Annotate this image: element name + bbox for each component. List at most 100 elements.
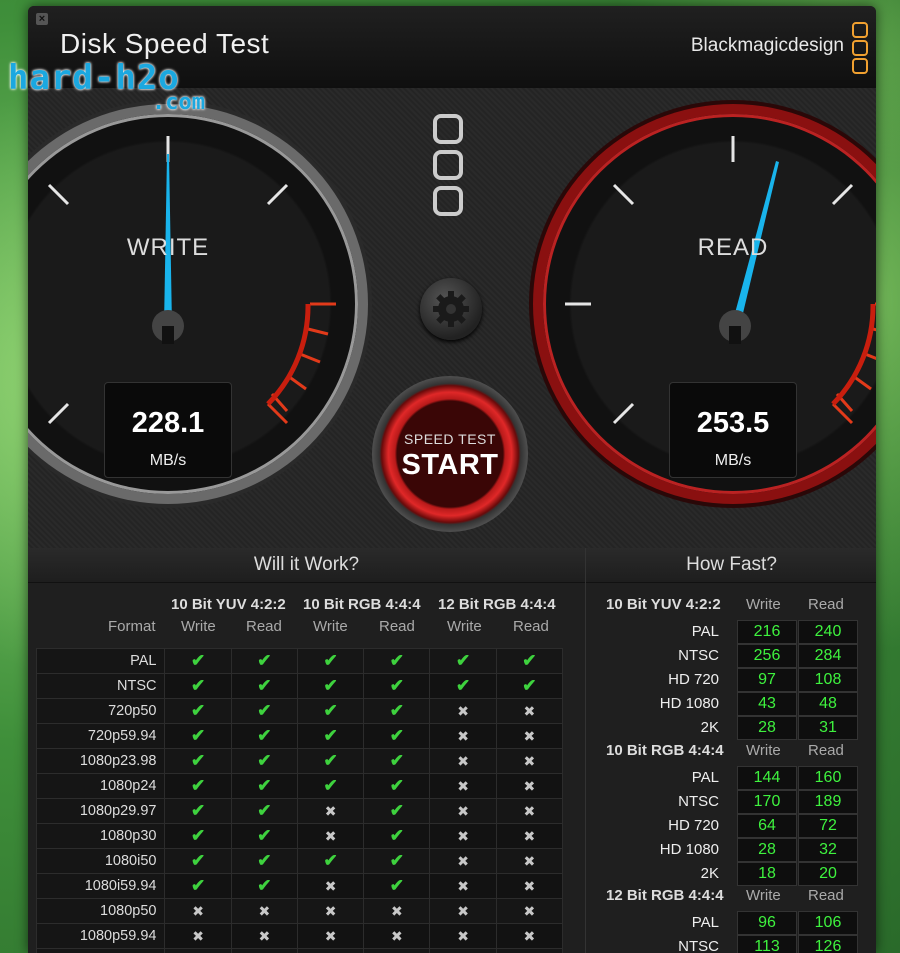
write-gauge-label: WRITE (126, 234, 210, 261)
write-fps-value: 96 (737, 911, 797, 935)
table-row: NTSC ✔ ✔ ✔ ✔ ✔ ✔ (35, 673, 564, 699)
compat-cell: ✖ (495, 723, 564, 749)
compat-cell: ✖ (429, 773, 497, 799)
compat-cell: ✖ (429, 748, 497, 774)
compat-cell: ✖ (164, 898, 232, 924)
check-icon: ✔ (190, 701, 206, 720)
cross-icon: ✖ (192, 928, 204, 944)
read-gauge-label: READ (697, 234, 769, 261)
speed-row-label: 2K (700, 719, 719, 736)
compat-cell: ✔ (495, 673, 564, 699)
app-window: × Disk Speed Test Blackmagicdesign WRITE… (28, 6, 876, 953)
compat-cell: ✔ (230, 723, 298, 749)
close-button[interactable]: × (36, 13, 48, 25)
settings-button[interactable] (420, 278, 482, 340)
cross-icon: ✖ (523, 728, 536, 744)
how-fast-panel: How Fast? 10 Bit YUV 4:2:2 Write Read PAL 21… (585, 548, 876, 953)
check-icon: ✔ (455, 651, 471, 670)
speed-group-title: 10 Bit YUV 4:2:2 (606, 596, 721, 613)
compat-cell: ✖ (296, 898, 365, 924)
compat-cell: ✔ (164, 673, 232, 699)
read-fps-value: 284 (798, 644, 858, 668)
compat-cell: ✔ (164, 948, 232, 953)
check-icon: ✔ (323, 701, 338, 720)
table-row: 1080i50 ✔ ✔ ✔ ✔ ✖ ✖ (35, 848, 564, 874)
format-label: 1080i50 (35, 848, 166, 874)
compat-cell: ✔ (363, 798, 431, 824)
check-icon: ✔ (389, 851, 404, 870)
speed-group-title: 10 Bit RGB 4:4:4 (606, 742, 724, 759)
write-fps-value: 18 (737, 862, 797, 886)
compat-cell: ✔ (296, 673, 365, 699)
read-fps-value: 32 (798, 838, 858, 862)
read-column-header: Read (808, 887, 844, 904)
format-label: 2K 1556@23.98 (35, 948, 166, 953)
table-row: 1080p29.97 ✔ ✔ ✖ ✔ ✖ ✖ (35, 798, 564, 824)
compat-cell: ✖ (363, 923, 431, 949)
read-column-header: Read (808, 742, 844, 759)
cross-icon: ✖ (523, 853, 536, 869)
speed-row-label: NTSC (678, 793, 719, 810)
compat-cell: ✔ (230, 823, 298, 849)
compat-cell: ✔ (164, 698, 232, 724)
check-icon: ✔ (389, 801, 404, 820)
compat-cell: ✔ (230, 798, 298, 824)
compat-cell: ✔ (164, 798, 232, 824)
compat-cell: ✔ (230, 873, 298, 899)
cross-icon: ✖ (457, 728, 469, 744)
check-icon: ✔ (257, 701, 272, 720)
compat-cell: ✖ (495, 848, 564, 874)
speed-row: HD 720 97 108 (586, 668, 876, 692)
compat-cell: ✖ (296, 923, 365, 949)
compat-cell: ✖ (495, 773, 564, 799)
write-fps-value: 256 (737, 644, 797, 668)
check-icon: ✔ (190, 776, 206, 795)
write-speed-unit: MB/s (149, 452, 187, 469)
cross-icon: ✖ (457, 853, 469, 869)
format-label: 720p50 (35, 698, 166, 724)
group-header: 10 Bit YUV 4:2:2 (171, 596, 286, 613)
check-icon: ✔ (190, 676, 206, 695)
compat-cell: ✖ (495, 698, 564, 724)
cross-icon: ✖ (523, 903, 536, 919)
cross-icon: ✖ (258, 903, 271, 919)
read-column-header: Read (379, 618, 415, 635)
format-label: 1080i59.94 (35, 873, 166, 899)
speed-test-start-button[interactable]: SPEED TEST START (372, 376, 528, 532)
check-icon: ✔ (389, 776, 404, 795)
cross-icon: ✖ (457, 928, 469, 944)
compat-cell: ✖ (296, 948, 365, 953)
compat-cell: ✔ (296, 648, 365, 674)
start-button-label: START (401, 449, 499, 481)
speed-group-title: 12 Bit RGB 4:4:4 (606, 887, 724, 904)
check-icon: ✔ (190, 726, 206, 745)
cross-icon: ✖ (324, 903, 337, 919)
check-icon: ✔ (257, 676, 272, 695)
check-icon: ✔ (323, 676, 338, 695)
table-row: 720p50 ✔ ✔ ✔ ✔ ✖ ✖ (35, 698, 564, 724)
compat-cell: ✔ (164, 773, 232, 799)
cross-icon: ✖ (324, 928, 337, 944)
compat-cell: ✔ (363, 848, 431, 874)
compat-cell: ✔ (429, 673, 497, 699)
cross-icon: ✖ (523, 778, 536, 794)
compat-cell: ✔ (230, 748, 298, 774)
check-icon: ✔ (257, 751, 272, 770)
write-column-header: Write (313, 618, 348, 635)
write-gauge: WRITE 228.1 MB/s (28, 114, 358, 494)
read-fps-value: 240 (798, 620, 858, 644)
speed-row-label: PAL (691, 623, 719, 640)
app-title: Disk Speed Test (60, 28, 270, 59)
compatibility-table: PAL ✔ ✔ ✔ ✔ ✔ ✔ NTSC ✔ ✔ ✔ ✔ ✔ ✔ 720p50 ✔ ✔ ✔ ✔ ✖ ✖ 720p59.94… (35, 648, 564, 953)
compat-cell: ✔ (296, 698, 365, 724)
drive-selector-icon[interactable] (433, 114, 463, 222)
check-icon: ✔ (455, 676, 471, 695)
table-row: 1080i59.94 ✔ ✔ ✖ ✔ ✖ ✖ (35, 873, 564, 899)
group-header: 10 Bit RGB 4:4:4 (303, 596, 421, 613)
format-column-header: Format (108, 618, 156, 635)
compat-cell: ✖ (296, 798, 365, 824)
compat-cell: ✖ (296, 873, 365, 899)
compat-cell: ✖ (429, 848, 497, 874)
read-gauge: READ 253.5 MB/s (543, 114, 876, 494)
read-fps-value: 48 (798, 692, 858, 716)
